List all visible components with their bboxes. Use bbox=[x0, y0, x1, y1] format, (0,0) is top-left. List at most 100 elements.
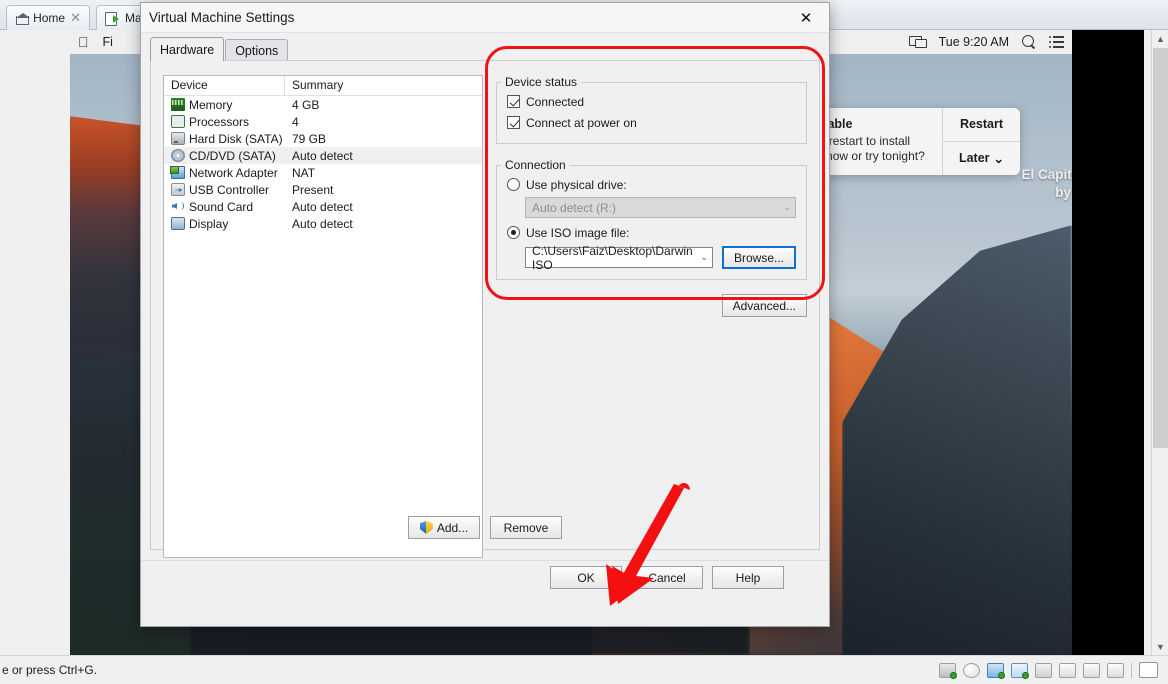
tray-separator bbox=[1131, 663, 1132, 678]
use-iso-image-label: Use ISO image file: bbox=[526, 226, 629, 240]
device-summary: Present bbox=[285, 183, 333, 197]
table-row[interactable]: Memory 4 GB bbox=[164, 96, 482, 113]
table-row[interactable]: Sound Card Auto detect bbox=[164, 198, 482, 215]
browse-button[interactable]: Browse... bbox=[722, 246, 796, 269]
home-icon bbox=[15, 12, 28, 25]
use-iso-image-radio-row[interactable]: Use ISO image file: bbox=[507, 222, 796, 243]
add-device-button[interactable]: Add... bbox=[408, 516, 480, 539]
help-button[interactable]: Help bbox=[712, 566, 784, 589]
notification-center-icon[interactable] bbox=[1049, 36, 1064, 48]
checkbox-icon[interactable] bbox=[507, 116, 520, 129]
table-row[interactable]: Display Auto detect bbox=[164, 215, 482, 232]
radio-icon[interactable] bbox=[507, 226, 520, 239]
menubar-app-name[interactable]: Fi bbox=[103, 35, 113, 49]
radio-icon[interactable] bbox=[507, 178, 520, 191]
display-icon bbox=[171, 217, 185, 230]
virtual-machine-icon bbox=[105, 11, 120, 25]
status-tray bbox=[939, 662, 1168, 678]
tab-home[interactable]: Home ✕ bbox=[6, 5, 90, 30]
camera-icon[interactable] bbox=[1083, 663, 1100, 678]
memory-icon bbox=[171, 98, 185, 111]
tab-options[interactable]: Options bbox=[225, 39, 288, 61]
harddisk-icon bbox=[171, 132, 185, 145]
cd-dvd-settings-panel: Device status Connected Connect at power… bbox=[496, 75, 807, 317]
device-summary: NAT bbox=[285, 166, 315, 180]
column-header-device: Device bbox=[164, 76, 285, 95]
wallpaper-cliff-right bbox=[842, 225, 1072, 655]
connect-at-power-on-label: Connect at power on bbox=[526, 116, 637, 130]
device-summary: Auto detect bbox=[285, 217, 353, 231]
ok-button[interactable]: OK bbox=[550, 566, 622, 589]
shield-icon bbox=[420, 521, 433, 534]
close-icon[interactable]: ✕ bbox=[70, 10, 81, 26]
apple-logo-icon[interactable]:  bbox=[78, 35, 89, 49]
menubar-clock[interactable]: Tue 9:20 AM bbox=[939, 35, 1009, 49]
column-header-summary: Summary bbox=[285, 76, 343, 95]
dialog-tabs: Hardware Options bbox=[150, 37, 289, 61]
airplay-icon[interactable] bbox=[909, 36, 926, 48]
restart-button[interactable]: Restart bbox=[943, 108, 1020, 141]
hard-disk-icon[interactable] bbox=[939, 663, 956, 678]
device-name: Display bbox=[189, 217, 228, 231]
device-summary: Auto detect bbox=[285, 149, 353, 163]
cd-icon bbox=[171, 149, 185, 162]
chevron-down-icon: ⌄ bbox=[700, 252, 708, 263]
device-name: Network Adapter bbox=[189, 166, 278, 180]
scrollbar-thumb[interactable] bbox=[1153, 48, 1168, 448]
connected-checkbox-row[interactable]: Connected bbox=[507, 91, 796, 112]
network-icon bbox=[171, 166, 185, 179]
remove-device-button[interactable]: Remove bbox=[490, 516, 562, 539]
dialog-body: Hardware Options Device Summary Memory 4… bbox=[141, 33, 829, 594]
scroll-up-icon[interactable]: ▲ bbox=[1152, 30, 1168, 47]
usb-icon bbox=[171, 183, 185, 196]
device-summary: 4 GB bbox=[285, 98, 319, 112]
iso-path-dropdown[interactable]: C:\Users\Faiz\Desktop\Darwin ISO ⌄ bbox=[525, 247, 713, 268]
sound-icon bbox=[171, 200, 185, 213]
connect-at-power-on-checkbox-row[interactable]: Connect at power on bbox=[507, 112, 796, 133]
table-row[interactable]: Hard Disk (SATA) 79 GB bbox=[164, 130, 482, 147]
vertical-scrollbar[interactable]: ▲ ▼ bbox=[1151, 30, 1168, 655]
status-bar: e or press Ctrl+G. bbox=[0, 655, 1168, 684]
device-name: USB Controller bbox=[189, 183, 269, 197]
iso-row: C:\Users\Faiz\Desktop\Darwin ISO ⌄ Brows… bbox=[525, 246, 796, 269]
cd-drive-icon[interactable] bbox=[963, 663, 980, 678]
table-row[interactable]: Network Adapter NAT bbox=[164, 164, 482, 181]
device-name: Sound Card bbox=[189, 200, 253, 214]
dialog-title-bar: Virtual Machine Settings ✕ bbox=[141, 3, 829, 33]
network-icon[interactable] bbox=[987, 663, 1004, 678]
table-row-selected[interactable]: CD/DVD (SATA) Auto detect bbox=[164, 147, 482, 164]
use-physical-drive-radio-row[interactable]: Use physical drive: bbox=[507, 174, 796, 195]
dialog-footer: OK Cancel Help bbox=[141, 560, 829, 594]
scroll-down-icon[interactable]: ▼ bbox=[1152, 638, 1168, 655]
advanced-button[interactable]: Advanced... bbox=[722, 294, 807, 317]
device-name: Memory bbox=[189, 98, 232, 112]
close-icon[interactable]: ✕ bbox=[783, 3, 829, 32]
tab-home-label: Home bbox=[33, 11, 65, 25]
printer-icon[interactable] bbox=[1059, 663, 1076, 678]
device-status-legend: Device status bbox=[501, 75, 581, 89]
device-list-header: Device Summary bbox=[164, 76, 482, 96]
device-status-group: Device status Connected Connect at power… bbox=[496, 75, 807, 144]
later-button[interactable]: Later ⌄ bbox=[943, 141, 1020, 175]
device-list[interactable]: Device Summary Memory 4 GB Processors 4 … bbox=[163, 75, 483, 558]
device-name: Processors bbox=[189, 115, 249, 129]
usb-icon[interactable] bbox=[1035, 663, 1052, 678]
device-summary: Auto detect bbox=[285, 200, 353, 214]
search-icon[interactable] bbox=[1022, 35, 1036, 49]
dialog-title: Virtual Machine Settings bbox=[149, 10, 294, 25]
sound-icon[interactable] bbox=[1011, 663, 1028, 678]
use-physical-drive-label: Use physical drive: bbox=[526, 178, 627, 192]
later-button-label: Later bbox=[959, 151, 990, 165]
checkbox-icon[interactable] bbox=[507, 95, 520, 108]
table-row[interactable]: Processors 4 bbox=[164, 113, 482, 130]
tab-hardware[interactable]: Hardware bbox=[150, 37, 224, 61]
cancel-button[interactable]: Cancel bbox=[631, 566, 703, 589]
display-icon[interactable] bbox=[1107, 663, 1124, 678]
table-row[interactable]: USB Controller Present bbox=[164, 181, 482, 198]
virtual-machine-settings-dialog: Virtual Machine Settings ✕ Hardware Opti… bbox=[140, 2, 830, 627]
message-icon[interactable] bbox=[1139, 662, 1158, 678]
device-name: CD/DVD (SATA) bbox=[189, 149, 276, 163]
iso-path-value: C:\Users\Faiz\Desktop\Darwin ISO bbox=[532, 244, 700, 272]
notification-actions: Restart Later ⌄ bbox=[942, 108, 1020, 175]
screenshot-root: Home ✕ Mac  Fi Tu bbox=[0, 0, 1168, 684]
